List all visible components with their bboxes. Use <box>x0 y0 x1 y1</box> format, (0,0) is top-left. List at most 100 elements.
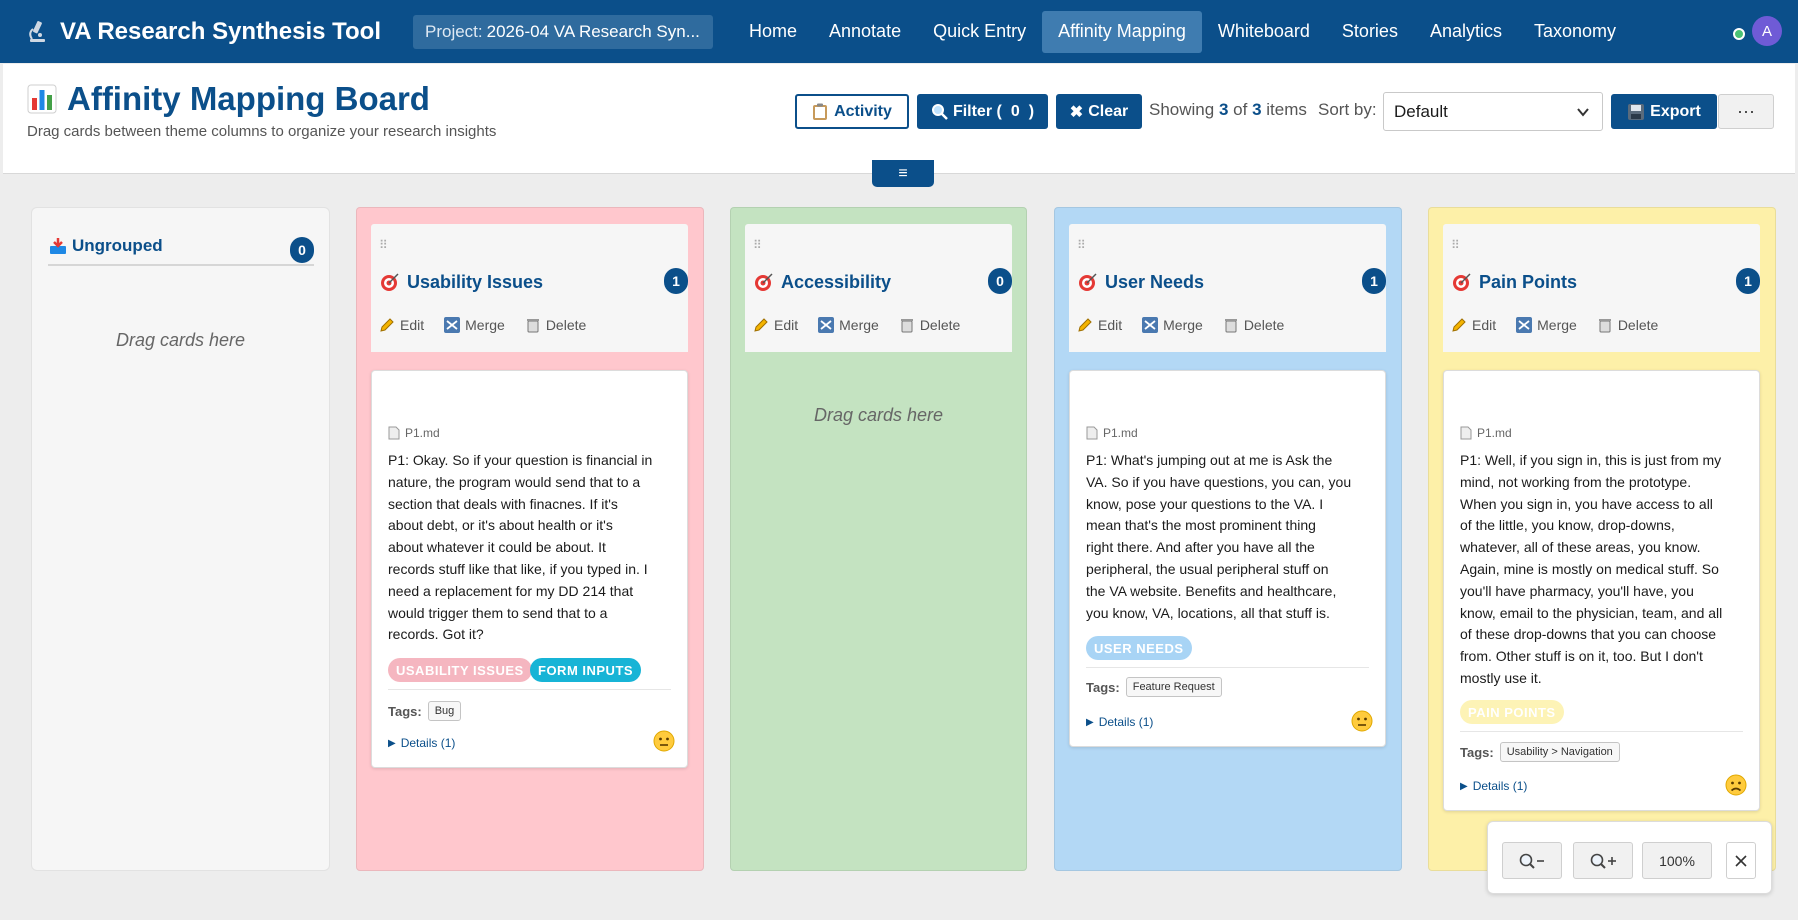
merge-icon <box>818 317 835 333</box>
card-divider <box>1086 667 1369 668</box>
zoom-level[interactable]: 100% <box>1642 842 1712 879</box>
quote-line: of the little, you know, drop-downs, <box>1460 517 1675 534</box>
nav-affinity-mapping[interactable]: Affinity Mapping <box>1042 10 1202 53</box>
delete-theme-button[interactable]: Delete <box>525 317 586 333</box>
theme-pill[interactable]: PAIN POINTS <box>1460 700 1564 724</box>
page-title-text: Affinity Mapping Board <box>67 80 430 117</box>
nav-home[interactable]: Home <box>733 11 813 53</box>
insight-card[interactable]: P1.md P1: Well, if you sign in, this is … <box>1443 370 1760 811</box>
theme-pill[interactable]: USABILITY ISSUES <box>388 658 532 682</box>
merge-theme-button[interactable]: Merge <box>1516 317 1577 333</box>
tag-chip[interactable]: Bug <box>427 701 462 721</box>
drag-handle-icon[interactable]: ⠿ <box>1451 238 1461 252</box>
sort-select[interactable]: Default <box>1383 92 1603 131</box>
theme-actions: Edit Merge Delete <box>753 317 980 333</box>
nav-quick-entry[interactable]: Quick Entry <box>917 11 1042 53</box>
quote-line: When you sign in, you have access to all <box>1460 495 1713 512</box>
theme-header: ⠿ Pain Points 1 Edit Merge Delete <box>1443 224 1760 352</box>
drag-handle-icon[interactable]: ⠿ <box>1077 238 1087 252</box>
theme-title-text: Pain Points <box>1479 271 1578 292</box>
edit-label: Edit <box>400 317 425 333</box>
zoom-controls: 100% <box>1487 821 1772 894</box>
card-file-ref: P1.md <box>1460 426 1512 440</box>
tag-chip[interactable]: Feature Request <box>1125 677 1222 697</box>
theme-pill[interactable]: FORM INPUTS <box>530 658 642 682</box>
target-icon <box>381 273 399 291</box>
merge-icon <box>444 317 461 333</box>
clipboard-icon <box>813 103 828 120</box>
filter-button[interactable]: Filter ( 0 ) <box>917 94 1048 129</box>
neutral-face-icon[interactable] <box>653 730 675 752</box>
quote-line: know, pose your questions to the VA. I <box>1086 495 1324 512</box>
ungrouped-title: Ungrouped <box>48 236 163 256</box>
nav-annotate[interactable]: Annotate <box>813 11 917 53</box>
zoom-out-button[interactable] <box>1502 842 1562 879</box>
collapse-header-toggle[interactable]: ≡ <box>872 160 934 187</box>
nav-whiteboard[interactable]: Whiteboard <box>1202 11 1326 53</box>
delete-theme-button[interactable]: Delete <box>899 317 960 333</box>
details-label: Details (1) <box>1098 715 1154 729</box>
more-options-button[interactable]: ··· <box>1718 94 1774 129</box>
theme-pill[interactable]: USER NEEDS <box>1086 636 1192 660</box>
delete-theme-button[interactable]: Delete <box>1597 317 1658 333</box>
user-avatar[interactable]: A <box>1752 16 1782 46</box>
details-label: Details (1) <box>400 736 456 750</box>
quote-line: P1: Okay. So if your question is financi… <box>388 452 653 468</box>
activity-button[interactable]: Activity <box>795 94 909 129</box>
delete-label: Delete <box>1617 317 1659 333</box>
clear-x-icon: ✖ <box>1069 103 1084 121</box>
card-details-toggle[interactable]: ▶ Details (1) <box>388 736 455 750</box>
clear-label: Clear <box>1088 102 1129 120</box>
quote-line: right there. And after you have all the <box>1086 539 1315 556</box>
frowning-face-icon[interactable] <box>1725 774 1747 796</box>
theme-count-badge: 1 <box>664 268 688 294</box>
showing-of: of <box>1233 100 1248 119</box>
document-icon <box>1086 426 1098 440</box>
edit-theme-button[interactable]: Edit <box>753 317 798 333</box>
card-details-toggle[interactable]: ▶ Details (1) <box>1460 779 1527 793</box>
ungrouped-column[interactable]: Ungrouped 0 Drag cards here <box>31 207 330 871</box>
clear-button[interactable]: ✖ Clear <box>1056 94 1142 129</box>
neutral-face-icon[interactable] <box>1351 710 1373 732</box>
delete-theme-button[interactable]: Delete <box>1223 317 1284 333</box>
merge-theme-button[interactable]: Merge <box>818 317 879 333</box>
nav-analytics[interactable]: Analytics <box>1414 11 1518 53</box>
quote-line: nature, the program would send that to a <box>388 473 641 490</box>
merge-theme-button[interactable]: Merge <box>444 317 505 333</box>
drag-handle-icon[interactable]: ⠿ <box>753 238 763 252</box>
drag-handle-icon[interactable]: ⠿ <box>379 238 389 252</box>
trash-icon <box>900 319 913 333</box>
theme-column-usability-issues[interactable]: ⠿ Usability Issues 1 Edit Merge Delete P… <box>356 207 704 871</box>
zoom-close-button[interactable] <box>1726 842 1756 879</box>
app-brand[interactable]: VA Research Synthesis Tool <box>24 18 381 46</box>
project-selector[interactable]: Project: 2026-04 VA Research Syn... <box>413 14 713 49</box>
theme-column-accessibility[interactable]: ⠿ Accessibility 0 Edit Merge Delete Drag… <box>730 207 1027 871</box>
quote-line: need a replacement for my DD 214 that <box>388 582 634 599</box>
edit-theme-button[interactable]: Edit <box>1077 317 1122 333</box>
microscope-icon <box>29 20 45 42</box>
card-divider <box>1460 731 1743 732</box>
insight-card[interactable]: P1.md P1: What's jumping out at me is As… <box>1069 370 1386 747</box>
insight-card[interactable]: P1.md P1: Okay. So if your question is f… <box>371 370 688 768</box>
card-details-toggle[interactable]: ▶ Details (1) <box>1086 715 1153 729</box>
edit-theme-button[interactable]: Edit <box>379 317 424 333</box>
theme-count-badge: 1 <box>1736 268 1760 294</box>
edit-theme-button[interactable]: Edit <box>1451 317 1496 333</box>
quote-line: P1: What's jumping out at me is Ask the <box>1086 452 1333 468</box>
theme-column-user-needs[interactable]: ⠿ User Needs 1 Edit Merge Delete P1.md P… <box>1054 207 1402 871</box>
trash-icon <box>526 319 539 333</box>
export-button[interactable]: Export <box>1611 94 1717 129</box>
nav-stories[interactable]: Stories <box>1326 11 1414 53</box>
zoom-in-button[interactable] <box>1573 842 1633 879</box>
document-icon <box>1460 426 1472 440</box>
quote-line: VA. So if you have questions, you can, y… <box>1086 473 1352 490</box>
merge-label: Merge <box>839 317 879 333</box>
quote-line: P1: Well, if you sign in, this is just f… <box>1460 452 1722 468</box>
nav-taxonomy[interactable]: Taxonomy <box>1518 11 1632 53</box>
quote-line: the VA website. Benefits and healthcare, <box>1086 582 1337 599</box>
theme-column-pain-points[interactable]: ⠿ Pain Points 1 Edit Merge Delete P1.md … <box>1428 207 1776 871</box>
quote-line: of these drop-downs that you can choose <box>1460 626 1717 643</box>
merge-theme-button[interactable]: Merge <box>1142 317 1203 333</box>
floppy-disk-icon <box>1628 103 1645 120</box>
tag-chip[interactable]: Usability > Navigation <box>1499 742 1620 762</box>
